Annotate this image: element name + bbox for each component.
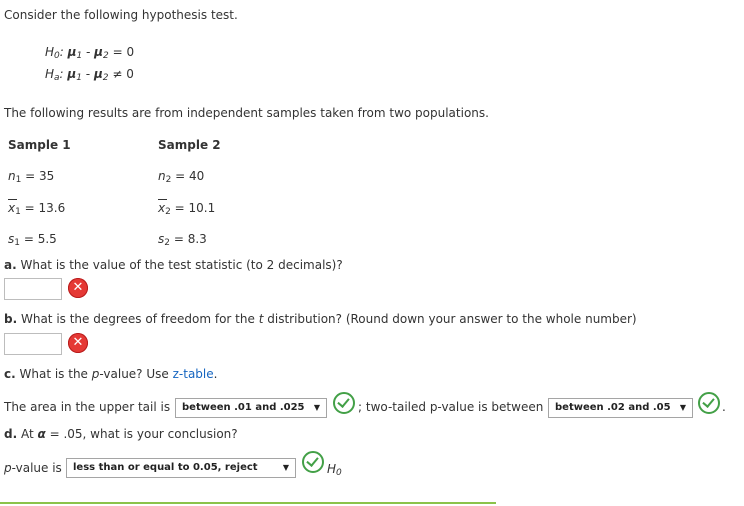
divider bbox=[0, 502, 496, 504]
question-b: b. What is the degrees of freedom for th… bbox=[4, 312, 637, 326]
period: . bbox=[722, 400, 726, 414]
conclusion-label: p-value is bbox=[4, 461, 62, 475]
upper-tail-dropdown[interactable]: between .01 and .025 ▼ bbox=[175, 398, 327, 418]
z-table-link[interactable]: z-table bbox=[173, 367, 214, 381]
sample1-header: Sample 1 bbox=[8, 138, 71, 152]
null-hypothesis: H0: μ1 - μ2 = 0 bbox=[45, 45, 135, 61]
sample1-sd: s1 = 5.5 bbox=[8, 232, 57, 248]
two-tailed-dropdown[interactable]: between .02 and .05 ▼ bbox=[548, 398, 693, 418]
null-hypothesis-symbol: H0 bbox=[327, 462, 342, 478]
question-a: a. What is the value of the test statist… bbox=[4, 258, 343, 272]
sample1-n: n1 = 35 bbox=[8, 169, 55, 185]
question-c: c. What is the p-value? Use z-table. bbox=[4, 367, 218, 381]
two-tailed-label: ; two-tailed p-value is between bbox=[358, 400, 544, 414]
chevron-down-icon: ▼ bbox=[282, 463, 289, 472]
degrees-freedom-input[interactable] bbox=[4, 333, 62, 355]
checkmark-icon bbox=[333, 392, 355, 414]
upper-tail-label: The area in the upper tail is bbox=[4, 400, 171, 414]
sample2-n: n2 = 40 bbox=[158, 169, 205, 185]
sample2-mean: x2 = 10.1 bbox=[158, 199, 216, 217]
alternative-hypothesis: Ha: μ1 - μ2 ≠ 0 bbox=[45, 67, 134, 83]
sample1-mean: x1 = 13.6 bbox=[8, 199, 66, 217]
checkmark-icon bbox=[698, 392, 720, 414]
chevron-down-icon: ▼ bbox=[313, 403, 320, 412]
checkmark-icon bbox=[302, 451, 324, 473]
test-statistic-input[interactable] bbox=[4, 278, 62, 300]
sample2-sd: s2 = 8.3 bbox=[158, 232, 207, 248]
x-icon: ✕ bbox=[68, 333, 88, 353]
intro-text: Consider the following hypothesis test. bbox=[4, 8, 238, 22]
x-icon: ✕ bbox=[68, 278, 88, 298]
results-text: The following results are from independe… bbox=[4, 106, 489, 120]
conclusion-dropdown[interactable]: less than or equal to 0.05, reject ▼ bbox=[66, 458, 296, 478]
chevron-down-icon: ▼ bbox=[679, 403, 686, 412]
question-d: d. At α = .05, what is your conclusion? bbox=[4, 427, 238, 441]
sample2-header: Sample 2 bbox=[158, 138, 221, 152]
